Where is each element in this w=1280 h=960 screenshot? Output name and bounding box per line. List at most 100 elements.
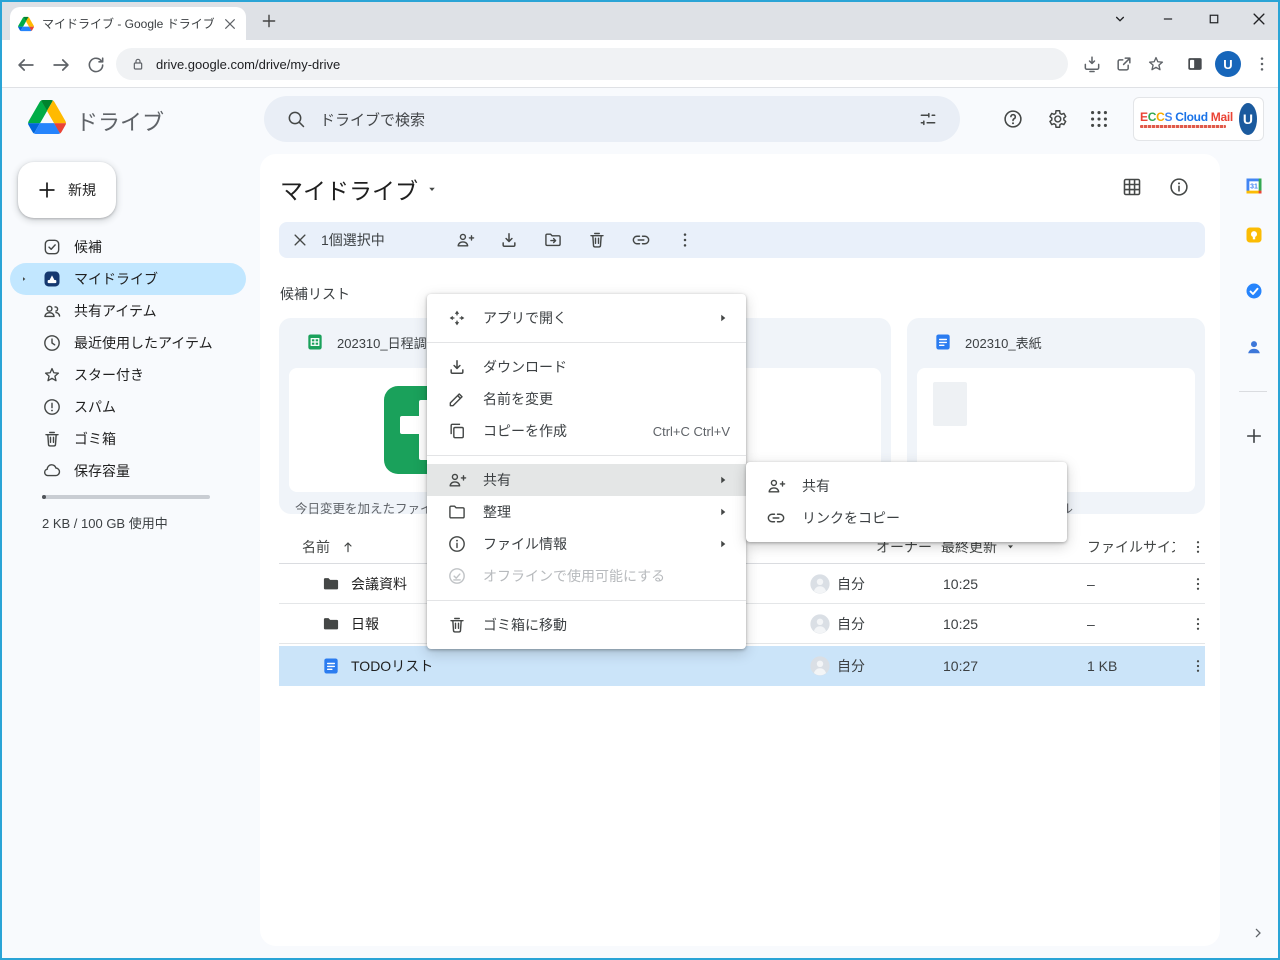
storage-progress xyxy=(42,495,210,499)
person-add-icon[interactable] xyxy=(455,230,475,250)
rail-divider xyxy=(1239,391,1267,392)
close-window-button[interactable] xyxy=(1236,2,1280,36)
clock-icon xyxy=(42,333,62,353)
expand-caret-icon[interactable] xyxy=(20,275,28,283)
browser-window: マイドライブ - Google ドライブ drive.google.com/dr… xyxy=(0,0,1280,960)
link-icon[interactable] xyxy=(631,230,651,250)
open-with-icon xyxy=(447,308,467,328)
person-add-icon xyxy=(447,470,467,490)
table-row-selected[interactable]: TODOリスト 自分 10:27 1 KB xyxy=(279,646,1205,686)
sidebar-item-starred[interactable]: スター付き xyxy=(10,359,246,391)
offline-icon xyxy=(447,566,467,586)
sidebar-item-recent[interactable]: 最近使用したアイテム xyxy=(10,327,246,359)
download-icon[interactable] xyxy=(499,230,519,250)
menu-item-file-info[interactable]: ファイル情報 xyxy=(427,528,746,560)
context-menu: アプリで開く ダウンロード 名前を変更 コピーを作成 Ctrl+C Ctrl+V… xyxy=(427,294,746,649)
menu-item-open-with[interactable]: アプリで開く xyxy=(427,302,746,334)
submenu-arrow-icon xyxy=(716,537,730,551)
browser-menu-kebab-icon[interactable] xyxy=(1252,54,1272,74)
menu-item-organize[interactable]: 整理 xyxy=(427,496,746,528)
add-panel-icon[interactable] xyxy=(1244,426,1264,446)
menu-item-rename[interactable]: 名前を変更 xyxy=(427,383,746,415)
reload-icon[interactable] xyxy=(86,55,106,75)
search-icon xyxy=(286,109,306,129)
help-icon[interactable] xyxy=(1002,108,1024,130)
tab-search-button[interactable] xyxy=(1097,2,1143,36)
maximize-button[interactable] xyxy=(1191,2,1237,36)
url-bar[interactable]: drive.google.com/drive/my-drive xyxy=(116,48,1068,80)
tune-icon[interactable] xyxy=(918,109,938,129)
row-kebab-icon[interactable] xyxy=(1189,604,1207,643)
folder-icon xyxy=(321,604,341,643)
shortcut-label: Ctrl+C Ctrl+V xyxy=(653,424,730,439)
clear-selection-icon[interactable] xyxy=(291,231,309,249)
browser-tab[interactable]: マイドライブ - Google ドライブ xyxy=(10,7,246,40)
submenu-item-copy-link[interactable]: リンクをコピー xyxy=(746,502,1067,534)
menu-item-move-to-trash[interactable]: ゴミ箱に移動 xyxy=(427,609,746,641)
plus-icon xyxy=(36,179,58,201)
sidebar-item-trash[interactable]: ゴミ箱 xyxy=(10,423,246,455)
submenu-item-share[interactable]: 共有 xyxy=(746,470,1067,502)
sidebar-nav: 候補 マイドライブ 共有アイテム 最近使用したアイテム スター付き スパ xyxy=(10,231,246,487)
contacts-icon[interactable] xyxy=(1244,337,1264,357)
calendar-icon[interactable] xyxy=(1244,176,1264,196)
menu-divider xyxy=(427,455,746,456)
download-page-icon[interactable] xyxy=(1082,54,1102,74)
menu-item-make-copy[interactable]: コピーを作成 Ctrl+C Ctrl+V xyxy=(427,415,746,447)
eccs-logo-text: ECCS Cloud Mail xyxy=(1140,110,1233,124)
apps-grid-icon[interactable] xyxy=(1088,108,1110,130)
tab-close-icon[interactable] xyxy=(222,16,238,32)
grid-view-icon[interactable] xyxy=(1121,176,1143,198)
sidebar-item-spam[interactable]: スパム xyxy=(10,391,246,423)
selection-count: 1個選択中 xyxy=(321,230,385,250)
owner-avatar xyxy=(809,646,831,686)
column-name[interactable]: 名前 xyxy=(302,530,356,563)
info-icon xyxy=(447,534,467,554)
forward-icon[interactable] xyxy=(50,54,72,76)
browser-avatar[interactable]: U xyxy=(1215,51,1241,77)
page-title[interactable]: マイドライブ xyxy=(280,172,438,206)
storage-text: 2 KB / 100 GB 使用中 xyxy=(42,513,168,532)
new-tab-button[interactable] xyxy=(260,12,278,35)
star-icon xyxy=(42,365,62,385)
share-icon[interactable] xyxy=(1114,54,1134,74)
account-badge[interactable]: ECCS Cloud Mail U xyxy=(1133,97,1264,141)
sidebar-item-suggested[interactable]: 候補 xyxy=(10,231,246,263)
bookmark-star-icon[interactable] xyxy=(1146,54,1166,74)
sidebar-item-shared[interactable]: 共有アイテム xyxy=(10,295,246,327)
menu-item-share[interactable]: 共有 xyxy=(427,464,746,496)
search-bar[interactable]: ドライブで検索 xyxy=(264,96,960,142)
sidebar-item-my-drive[interactable]: マイドライブ xyxy=(10,263,246,295)
new-button[interactable]: 新規 xyxy=(18,162,116,218)
menu-item-download[interactable]: ダウンロード xyxy=(427,351,746,383)
share-submenu: 共有 リンクをコピー xyxy=(746,462,1067,542)
my-drive-icon xyxy=(42,269,62,289)
tasks-icon[interactable] xyxy=(1244,281,1264,301)
back-icon[interactable] xyxy=(15,54,37,76)
spreadsheet-icon xyxy=(305,332,325,352)
row-kebab-icon[interactable] xyxy=(1189,646,1207,686)
title-caret-icon xyxy=(426,183,438,195)
row-kebab-icon[interactable] xyxy=(1189,564,1207,603)
keep-icon[interactable] xyxy=(1244,225,1264,245)
menu-divider xyxy=(427,342,746,343)
info-icon[interactable] xyxy=(1168,176,1190,198)
person-add-icon xyxy=(766,476,786,496)
owner-avatar xyxy=(809,604,831,643)
tab-strip: マイドライブ - Google ドライブ xyxy=(2,2,1278,40)
trash-icon[interactable] xyxy=(587,230,607,250)
document-icon xyxy=(321,646,341,686)
more-kebab-icon[interactable] xyxy=(675,230,695,250)
column-options-kebab-icon[interactable] xyxy=(1189,530,1207,563)
drive-logo xyxy=(28,100,66,134)
settings-gear-icon[interactable] xyxy=(1046,108,1068,130)
sidebar-item-storage[interactable]: 保存容量 xyxy=(10,455,246,487)
side-panel-icon[interactable] xyxy=(1185,54,1205,74)
owner-avatar xyxy=(809,564,831,603)
copy-icon xyxy=(447,421,467,441)
minimize-button[interactable] xyxy=(1145,2,1191,36)
collapse-chevron-icon[interactable] xyxy=(1250,925,1266,941)
move-folder-icon[interactable] xyxy=(543,230,563,250)
account-avatar[interactable]: U xyxy=(1239,103,1257,135)
column-size[interactable]: ファイルサイズ xyxy=(1087,530,1175,563)
